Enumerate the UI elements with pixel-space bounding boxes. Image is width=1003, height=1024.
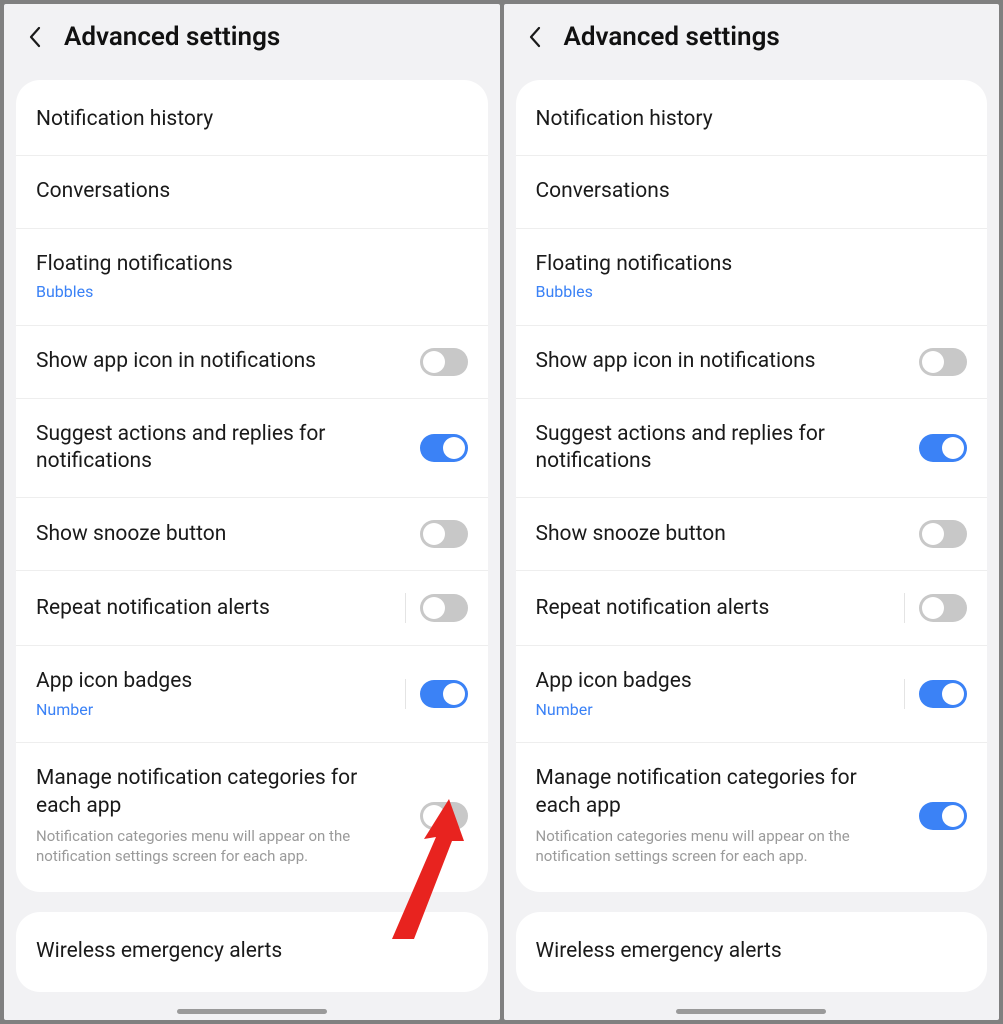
row-label: Show app icon in notifications	[536, 348, 908, 375]
back-icon[interactable]	[524, 26, 546, 48]
row-show-snooze[interactable]: Show snooze button	[516, 498, 988, 571]
row-description: Notification categories menu will appear…	[36, 826, 408, 867]
row-suggest-actions[interactable]: Suggest actions and replies for notifica…	[516, 399, 988, 499]
toggle-show-app-icon[interactable]	[420, 348, 468, 376]
row-label: Conversations	[536, 178, 956, 205]
row-label: Wireless emergency alerts	[36, 938, 456, 965]
row-floating-notifications[interactable]: Floating notifications Bubbles	[16, 229, 488, 326]
home-indicator[interactable]	[177, 1009, 327, 1014]
row-manage-categories[interactable]: Manage notification categories for each …	[16, 743, 488, 888]
row-notification-history[interactable]: Notification history	[16, 84, 488, 156]
settings-group-1: Notification history Conversations Float…	[16, 80, 488, 892]
row-label: Suggest actions and replies for notifica…	[536, 421, 908, 476]
settings-group-1: Notification history Conversations Float…	[516, 80, 988, 892]
row-label: Suggest actions and replies for notifica…	[36, 421, 408, 476]
row-wireless-emergency[interactable]: Wireless emergency alerts	[516, 916, 988, 987]
row-label: Floating notifications	[536, 251, 956, 278]
row-manage-categories[interactable]: Manage notification categories for each …	[516, 743, 988, 888]
toggle-manage-categories[interactable]	[420, 802, 468, 830]
row-subtext: Number	[536, 700, 893, 721]
settings-group-2: Wireless emergency alerts	[516, 912, 988, 991]
row-subtext: Bubbles	[36, 282, 456, 303]
row-label: Notification history	[36, 106, 456, 133]
home-indicator[interactable]	[676, 1009, 826, 1014]
row-conversations[interactable]: Conversations	[516, 156, 988, 228]
row-label: App icon badges	[536, 668, 893, 695]
toggle-repeat-alerts[interactable]	[919, 594, 967, 622]
row-subtext: Bubbles	[536, 282, 956, 303]
row-label: Wireless emergency alerts	[536, 938, 956, 965]
row-app-icon-badges[interactable]: App icon badges Number	[16, 646, 488, 743]
page-title: Advanced settings	[564, 22, 780, 52]
toggle-app-icon-badges[interactable]	[420, 680, 468, 708]
toggle-separator	[405, 593, 406, 623]
toggle-manage-categories[interactable]	[919, 802, 967, 830]
toggle-app-icon-badges[interactable]	[919, 680, 967, 708]
toggle-repeat-alerts[interactable]	[420, 594, 468, 622]
pane-right: Advanced settings Notification history C…	[504, 4, 1000, 1020]
toggle-separator	[405, 679, 406, 709]
row-description: Notification categories menu will appear…	[536, 826, 908, 867]
row-label: Floating notifications	[36, 251, 456, 278]
page-title: Advanced settings	[64, 22, 280, 52]
toggle-separator	[904, 679, 905, 709]
row-label: Notification history	[536, 106, 956, 133]
row-label: Repeat notification alerts	[536, 595, 893, 622]
toggle-suggest-actions[interactable]	[420, 434, 468, 462]
row-label: Show snooze button	[536, 521, 908, 548]
row-suggest-actions[interactable]: Suggest actions and replies for notifica…	[16, 399, 488, 499]
row-show-app-icon[interactable]: Show app icon in notifications	[16, 326, 488, 399]
row-floating-notifications[interactable]: Floating notifications Bubbles	[516, 229, 988, 326]
toggle-separator	[904, 593, 905, 623]
row-show-snooze[interactable]: Show snooze button	[16, 498, 488, 571]
row-label: App icon badges	[36, 668, 393, 695]
row-label: Show app icon in notifications	[36, 348, 408, 375]
pane-left: Advanced settings Notification history C…	[4, 4, 500, 1020]
toggle-show-app-icon[interactable]	[919, 348, 967, 376]
row-app-icon-badges[interactable]: App icon badges Number	[516, 646, 988, 743]
row-label: Manage notification categories for each …	[536, 765, 908, 820]
row-label: Manage notification categories for each …	[36, 765, 408, 820]
row-label: Conversations	[36, 178, 456, 205]
row-label: Repeat notification alerts	[36, 595, 393, 622]
toggle-suggest-actions[interactable]	[919, 434, 967, 462]
back-icon[interactable]	[24, 26, 46, 48]
row-label: Show snooze button	[36, 521, 408, 548]
toggle-show-snooze[interactable]	[420, 520, 468, 548]
row-conversations[interactable]: Conversations	[16, 156, 488, 228]
settings-group-2: Wireless emergency alerts	[16, 912, 488, 991]
row-subtext: Number	[36, 700, 393, 721]
row-notification-history[interactable]: Notification history	[516, 84, 988, 156]
row-show-app-icon[interactable]: Show app icon in notifications	[516, 326, 988, 399]
row-wireless-emergency[interactable]: Wireless emergency alerts	[16, 916, 488, 987]
row-repeat-alerts[interactable]: Repeat notification alerts	[16, 571, 488, 646]
toggle-show-snooze[interactable]	[919, 520, 967, 548]
header: Advanced settings	[4, 4, 500, 80]
header: Advanced settings	[504, 4, 1000, 80]
row-repeat-alerts[interactable]: Repeat notification alerts	[516, 571, 988, 646]
